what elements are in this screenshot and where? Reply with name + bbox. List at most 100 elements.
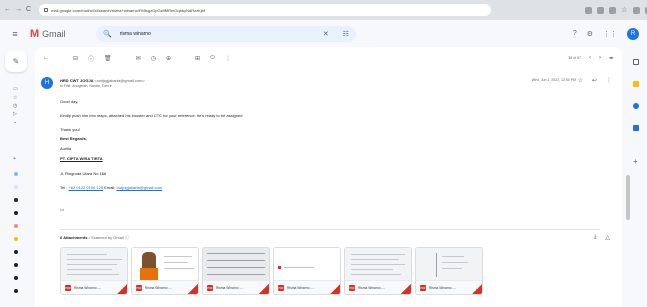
move-to-icon[interactable]: ⊞ <box>195 55 200 62</box>
contacts-icon[interactable] <box>633 125 639 131</box>
show-trimmed-content-button[interactable]: ••• <box>60 207 64 212</box>
input-tools-icon[interactable]: ✒ <box>609 55 614 62</box>
search-icon[interactable]: 🔍 <box>103 30 112 38</box>
add-task-icon[interactable]: ⊕ <box>166 55 171 62</box>
account-avatar[interactable]: R <box>627 27 639 40</box>
sender-name[interactable]: HRD CWT JOGJA <box>60 78 93 83</box>
attachment-card[interactable]: PDF Risma Winarno -... <box>415 247 483 295</box>
extension-icon[interactable] <box>585 6 593 14</box>
attachment-card[interactable]: PDF Risma Winarno -... <box>273 247 341 295</box>
extension-icon[interactable] <box>597 6 605 14</box>
settings-gear-icon[interactable]: ⚙ <box>587 30 593 38</box>
clear-search-icon[interactable]: ✕ <box>323 30 329 38</box>
add-addon-plus-icon[interactable]: + <box>633 157 638 166</box>
attachments-header: 6 Attachments • Scanned by Gmail ⓘ ⤓ △ <box>60 234 620 241</box>
main-menu-icon[interactable]: ≡ <box>0 29 30 39</box>
inbox-icon[interactable]: ▭ <box>13 87 19 92</box>
signoff: Best Regards, <box>60 136 87 141</box>
photo-shirt <box>140 268 158 280</box>
extensions-row: ☆ ⋮ <box>585 6 647 15</box>
message-more-icon[interactable]: ⋮ <box>606 77 612 84</box>
add-label-plus-icon[interactable]: + <box>13 157 19 162</box>
attachment-name: Risma Winarno -... <box>287 285 315 290</box>
label-dot[interactable] <box>14 289 18 293</box>
sender-line: HRD CWT JOGJA <cwtjogjakarta@gmail.com> <box>60 78 145 83</box>
email-label: Email: <box>104 185 116 190</box>
recipients-dropdown[interactable]: to Fifie, Anugerah, Nanda, Tomi ▾ <box>60 84 112 88</box>
gmail-logo-text: Gmail <box>42 28 66 39</box>
search-bar[interactable]: 🔍 ✕ ☷ <box>96 25 356 42</box>
snooze-icon[interactable]: ◷ <box>151 55 156 62</box>
header-actions: ? ⚙ ⋮⋮ R <box>573 27 639 40</box>
label-dot[interactable] <box>14 237 18 241</box>
back-to-list-icon[interactable]: ← <box>43 55 49 61</box>
search-input[interactable] <box>119 30 315 37</box>
share-icon[interactable] <box>609 6 617 14</box>
attachment-card[interactable]: PDF Risma Winarno -... <box>344 247 412 295</box>
pdf-corner-icon <box>330 284 340 294</box>
attachments-divider <box>60 229 600 230</box>
attachment-thumbnail <box>203 248 269 282</box>
signature-contact: Tel : +62 0122 0100 125 Email: cwtjogjak… <box>60 185 162 190</box>
pdf-corner-icon <box>117 284 127 294</box>
label-dot[interactable] <box>14 185 18 189</box>
scanned-by-gmail[interactable]: • Scanned by Gmail ⓘ <box>89 235 129 240</box>
address-bar[interactable]: mail.google.com/mail/u/0/#search/risma+w… <box>39 4 492 16</box>
calendar-icon[interactable] <box>633 59 639 65</box>
download-all-icon[interactable]: ⤓ <box>594 234 597 241</box>
label-dot[interactable] <box>14 172 18 176</box>
label-icon[interactable]: ⬭ <box>210 55 215 62</box>
compose-button[interactable]: ✎ <box>5 50 27 72</box>
back-arrow-icon[interactable]: ← <box>4 6 11 14</box>
tasks-icon[interactable] <box>633 103 639 109</box>
delete-icon[interactable]: 🗑 <box>104 55 112 62</box>
label-dot[interactable] <box>14 263 18 267</box>
attachment-name: Risma Winarno -... <box>216 285 244 290</box>
apps-grid-icon[interactable]: ⋮⋮ <box>603 30 617 38</box>
extensions-puzzle-icon[interactable] <box>633 6 641 14</box>
next-message-icon[interactable]: › <box>599 55 601 61</box>
label-dot[interactable] <box>14 276 18 280</box>
gmail-m-logo-icon: M <box>30 27 40 40</box>
gmail-logo[interactable]: M Gmail <box>30 28 96 40</box>
sender-avatar[interactable]: H <box>41 77 53 89</box>
pagination: 39 of 57 ‹ › ✒ <box>568 55 614 62</box>
tel-link[interactable]: +62 0122 0100 125 <box>68 185 103 190</box>
sent-icon[interactable]: ▷ <box>13 112 19 117</box>
label-dot[interactable] <box>14 224 18 228</box>
bookmark-star-icon[interactable]: ☆ <box>621 7 628 14</box>
forward-arrow-icon[interactable]: → <box>15 6 22 14</box>
starred-icon[interactable]: ☆ <box>13 96 19 101</box>
search-options-icon[interactable]: ☷ <box>343 30 349 38</box>
label-dot[interactable] <box>14 198 18 202</box>
attachments-actions: ⤓ △ <box>594 234 610 241</box>
pdf-icon: PDF <box>278 284 284 291</box>
reply-icon[interactable]: ↩ <box>592 77 597 84</box>
add-to-drive-icon[interactable]: △ <box>605 234 610 241</box>
signature-address: Jl. Ringroad Utara No 166 <box>60 171 107 176</box>
keep-icon[interactable] <box>633 81 639 87</box>
attachment-card[interactable]: PDF Risma Winarno -... <box>60 247 128 295</box>
label-dot[interactable] <box>14 250 18 254</box>
more-options-icon[interactable]: ⋮ <box>225 55 231 62</box>
snoozed-icon[interactable]: ◷ <box>13 104 19 109</box>
reload-icon[interactable]: C <box>26 6 31 14</box>
pdf-icon: PDF <box>420 284 426 291</box>
star-icon[interactable]: ☆ <box>578 77 583 84</box>
message-header: H HRD CWT JOGJA <cwtjogjakarta@gmail.com… <box>41 77 616 97</box>
attachment-card[interactable]: PDF Risma Winarno -... <box>202 247 270 295</box>
report-spam-icon[interactable]: ⓘ <box>88 54 94 63</box>
greeting: Good day, <box>60 99 79 104</box>
archive-icon[interactable]: ⊟ <box>73 55 78 62</box>
pdf-icon: PDF <box>65 284 71 291</box>
pdf-icon: PDF <box>207 284 213 291</box>
label-dot[interactable] <box>14 211 18 215</box>
message-actions: ☆ ↩ ⋮ <box>578 77 612 84</box>
mark-unread-icon[interactable]: ✉ <box>136 55 141 62</box>
prev-message-icon[interactable]: ‹ <box>589 55 591 61</box>
attachment-card[interactable]: PDF Risma Winarno -... <box>131 247 199 295</box>
attachment-name: Risma Winarno -... <box>145 285 173 290</box>
more-chevron-icon[interactable]: ⌄ <box>13 120 19 125</box>
help-icon[interactable]: ? <box>573 30 577 37</box>
email-link[interactable]: cwtjogjakarta@gmail.com <box>116 185 162 190</box>
